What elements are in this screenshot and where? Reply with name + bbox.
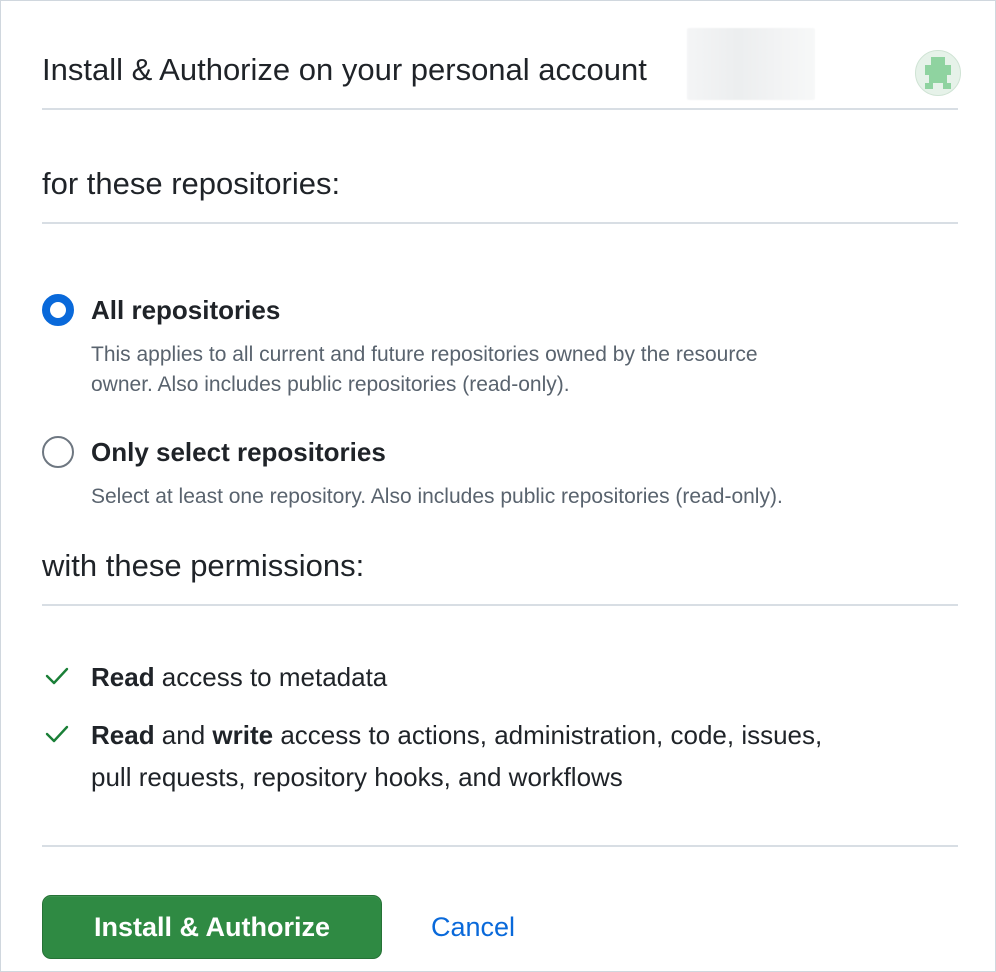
permissions-heading: with these permissions: (42, 548, 365, 583)
cancel-button[interactable]: Cancel (431, 905, 515, 949)
repositories-heading: for these repositories: (42, 166, 341, 201)
permission-level: write (212, 720, 274, 750)
page-title: Install & Authorize on your personal acc… (42, 52, 647, 87)
check-icon (45, 667, 69, 685)
permission-level: Read (91, 662, 155, 692)
description-line: owner. Also includes public repositories… (91, 373, 570, 396)
repositories-divider (42, 222, 958, 224)
permission-level: Read (91, 720, 155, 750)
permission-line: Read and write access to actions, admini… (91, 714, 951, 756)
option-description-all-repositories: This applies to all current and future r… (91, 340, 951, 400)
option-label-only-select-repositories[interactable]: Only select repositories (91, 435, 386, 469)
check-icon (45, 725, 69, 743)
radio-all-repositories[interactable] (42, 294, 74, 326)
permission-item-read-write: Read and write access to actions, admini… (91, 714, 951, 798)
radio-only-select-repositories[interactable] (42, 436, 74, 468)
install-dialog: Install & Authorize on your personal acc… (0, 0, 996, 972)
permission-item-metadata: Read access to metadata (91, 656, 951, 698)
permission-text: access to actions, administration, code,… (273, 720, 823, 750)
option-label-all-repositories[interactable]: All repositories (91, 293, 280, 327)
permission-text: and (154, 720, 213, 750)
install-authorize-button[interactable]: Install & Authorize (42, 895, 382, 959)
identicon-avatar-icon (916, 51, 960, 95)
permission-line: pull requests, repository hooks, and wor… (91, 762, 623, 792)
account-avatar[interactable] (915, 50, 961, 96)
option-description-only-select-repositories: Select at least one repository. Also inc… (91, 482, 951, 512)
actions-divider (42, 845, 958, 847)
description-line: This applies to all current and future r… (91, 343, 758, 366)
permissions-divider (42, 604, 958, 606)
account-name-redacted (687, 28, 815, 100)
description-line: Select at least one repository. Also inc… (91, 485, 783, 508)
header-divider (42, 108, 958, 110)
permission-text: access to metadata (154, 662, 388, 692)
